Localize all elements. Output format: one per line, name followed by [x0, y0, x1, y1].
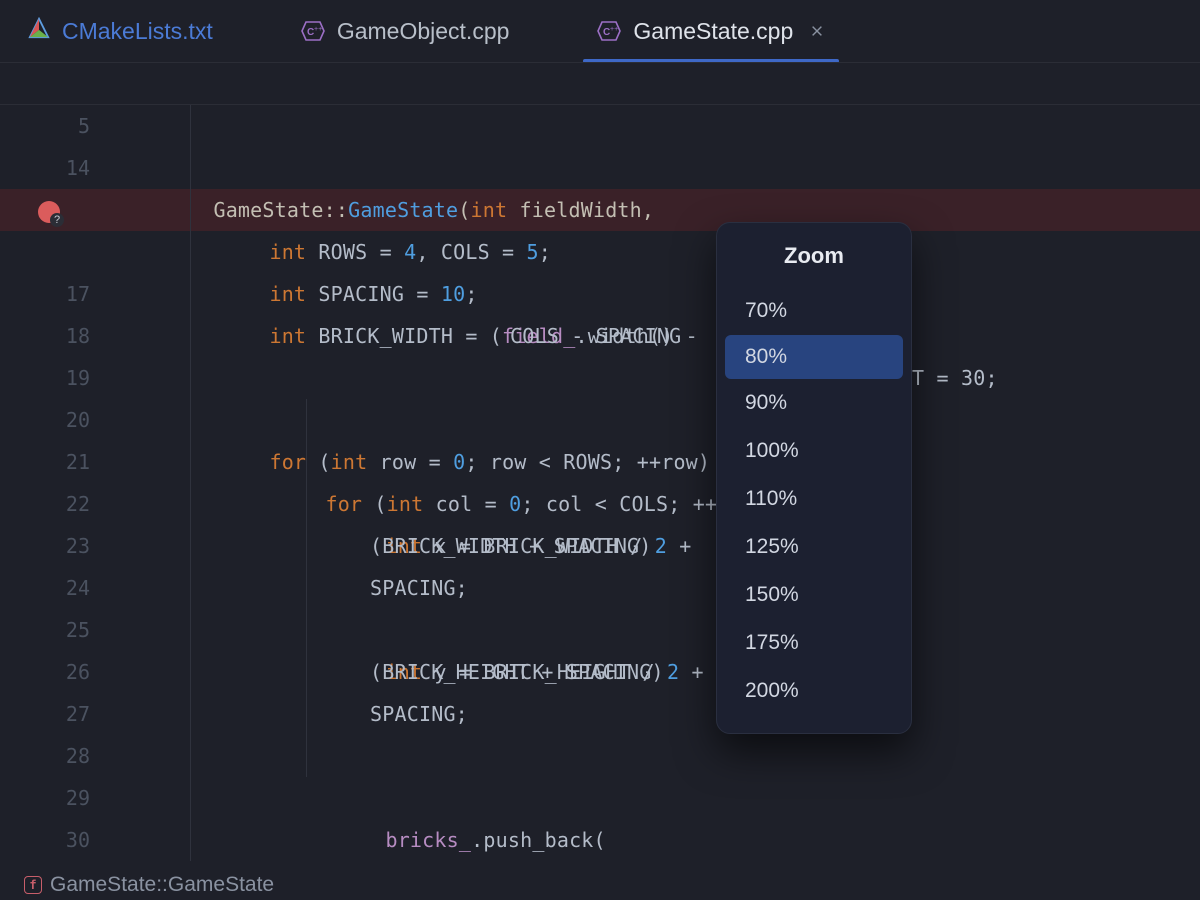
zoom-option-80[interactable]: 80%: [725, 335, 903, 379]
zoom-popup: Zoom 70% 80% 90% 100% 110% 125% 150% 175…: [716, 222, 912, 734]
tab-gameobject[interactable]: C++ GameObject.cpp: [287, 0, 524, 62]
tab-gamestate[interactable]: C++ GameState.cpp: [583, 0, 839, 62]
code-line: 28 bricks_.push_back(: [0, 693, 1200, 735]
function-icon: f: [24, 876, 42, 894]
code-line: 31 }: [0, 819, 1200, 861]
zoom-title: Zoom: [717, 243, 911, 269]
cpp-icon: C++: [597, 19, 621, 43]
tab-cmakelists[interactable]: CMakeLists.txt: [14, 0, 227, 62]
zoom-option-110[interactable]: 110%: [717, 475, 911, 523]
zoom-option-70[interactable]: 70%: [717, 287, 911, 335]
close-icon[interactable]: [809, 23, 825, 39]
tab-label: GameState.cpp: [633, 18, 793, 45]
zoom-option-90[interactable]: 90%: [717, 379, 911, 427]
tab-label: CMakeLists.txt: [62, 18, 213, 45]
zoom-option-125[interactable]: 125%: [717, 523, 911, 571]
code-line: 14 int ROWS = 4, COLS = 5;: [0, 105, 1200, 147]
zoom-option-150[interactable]: 150%: [717, 571, 911, 619]
svg-text:++: ++: [314, 26, 322, 33]
cmake-icon: [28, 17, 50, 45]
code-line: 29 Brick( pos: QPointF( xpos: x, ypos: y…: [0, 735, 1200, 777]
zoom-option-200[interactable]: 200%: [717, 667, 911, 715]
code-line: 24 int y = BRICK_HEIGHT / 2 +: [0, 525, 1200, 567]
code-line: 20 for (int col = 0; col < COLS; ++: [0, 357, 1200, 399]
code-line: 22 (BRICK_WIDTH + SPACING): [0, 441, 1200, 483]
zoom-option-100[interactable]: 100%: [717, 427, 911, 475]
code-line: 19 for (int row = 0; row < ROWS; ++row): [0, 315, 1200, 357]
tab-label: GameObject.cpp: [337, 18, 510, 45]
zoom-option-175[interactable]: 175%: [717, 619, 911, 667]
sticky-scope-line: 5 GameState::GameState(int fieldWidth,: [0, 63, 1200, 105]
breakpoint-conditional-icon[interactable]: [38, 201, 60, 223]
cpp-icon: C++: [301, 19, 325, 43]
code-line: 23 SPACING;: [0, 483, 1200, 525]
tab-bar: CMakeLists.txt C++ GameObject.cpp C++ Ga…: [0, 0, 1200, 62]
code-line: 21 int x = BRICK_WIDTH / 2 +: [0, 399, 1200, 441]
code-line: 26 SPACING;: [0, 609, 1200, 651]
editor[interactable]: 5 GameState::GameState(int fieldWidth, 1…: [0, 62, 1200, 880]
code-line: 27: [0, 651, 1200, 693]
svg-text:++: ++: [610, 26, 618, 33]
breadcrumb-label: GameState::GameState: [50, 870, 274, 900]
code-line: 30 }: [0, 777, 1200, 819]
code-line: 25 (BRICK_HEIGHT + SPACING): [0, 567, 1200, 609]
code-line: 18: [0, 273, 1200, 315]
breadcrumb[interactable]: f GameState::GameState: [24, 870, 1200, 900]
